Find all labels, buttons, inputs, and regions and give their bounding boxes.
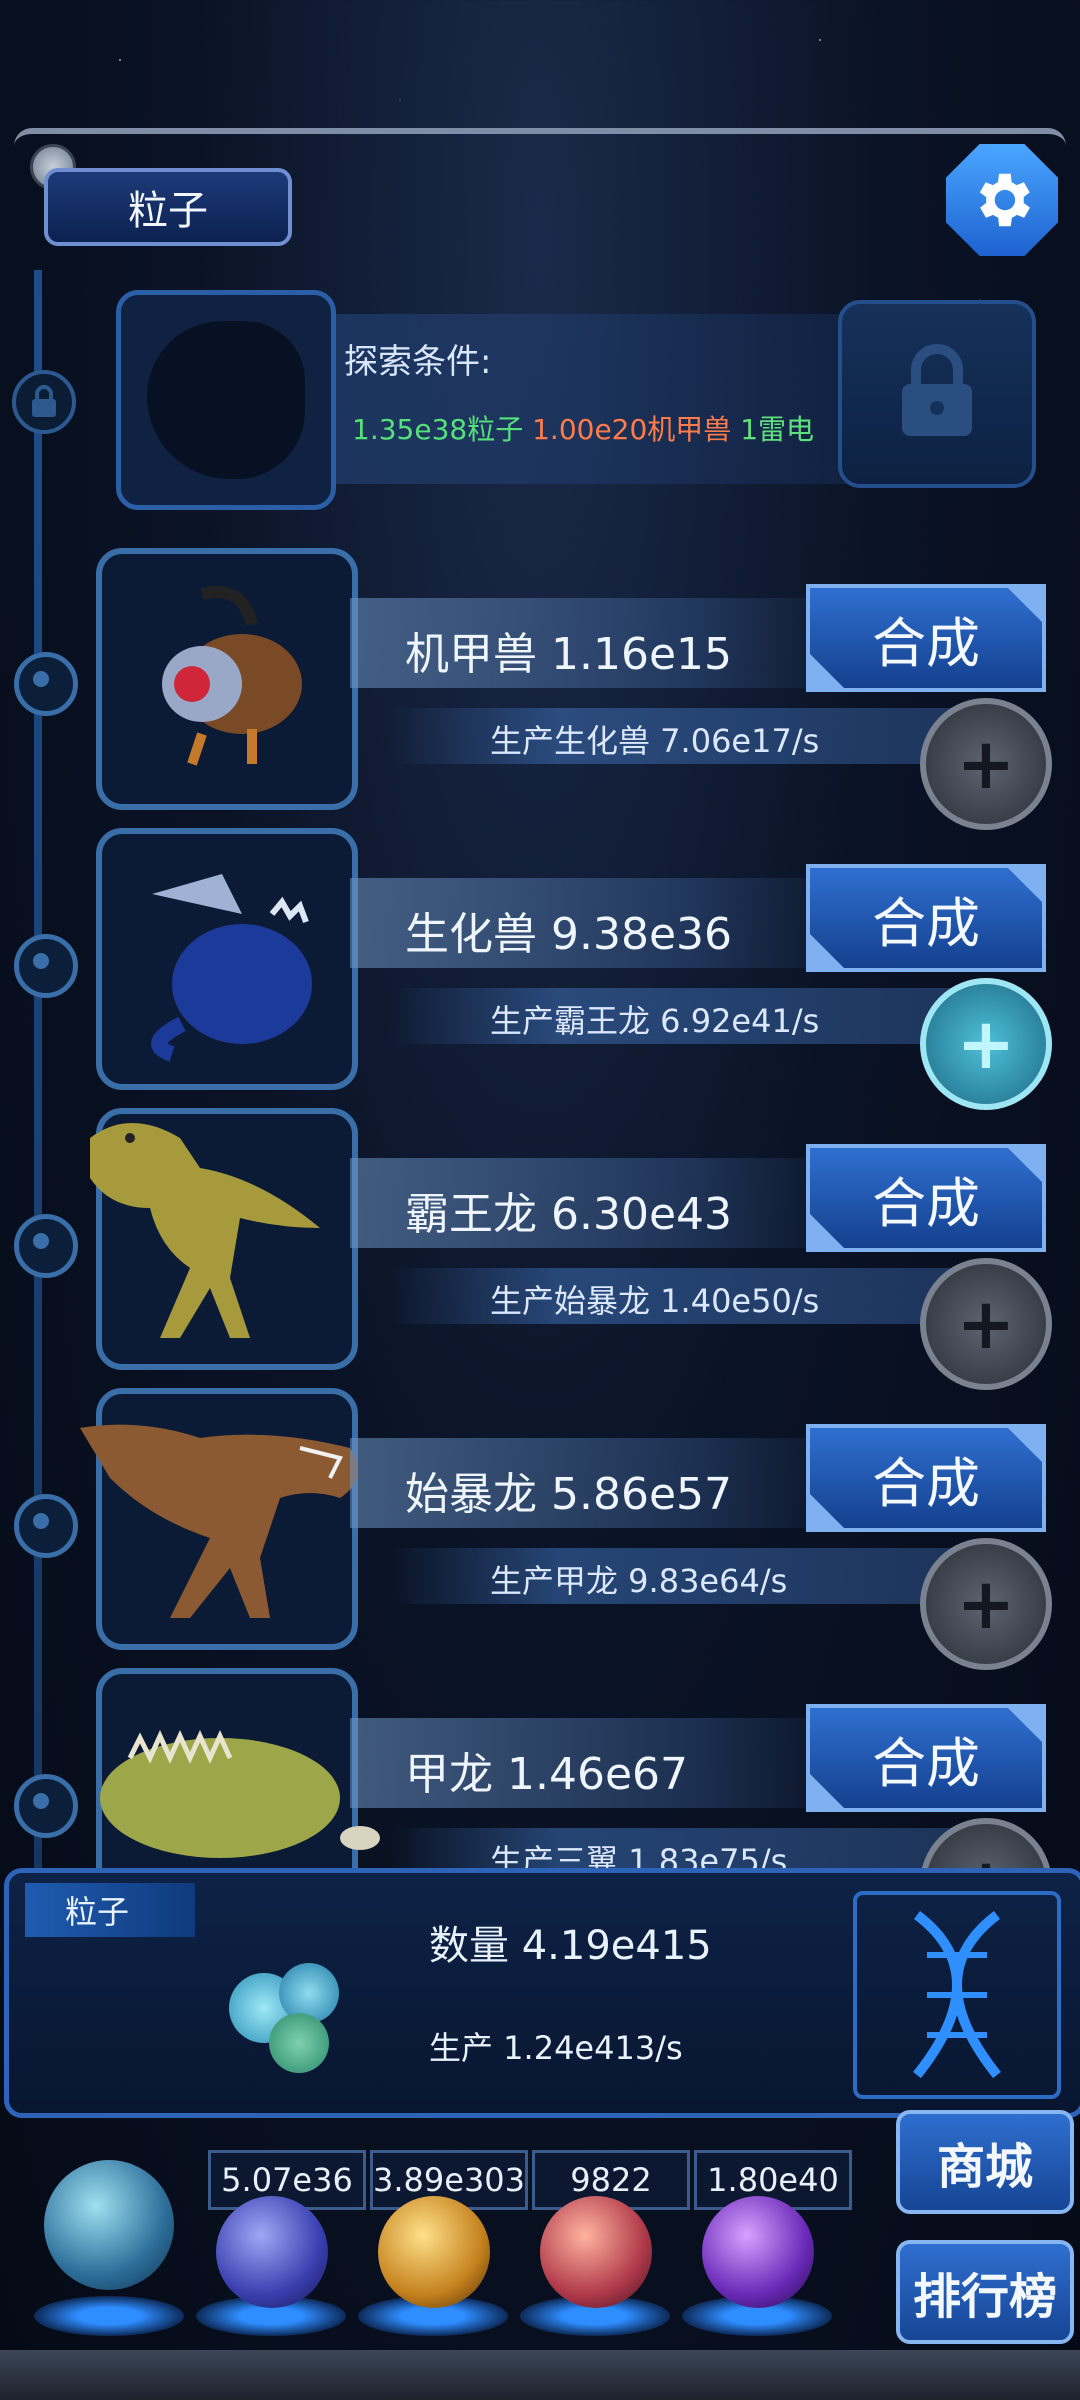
upgrade-plus-button[interactable]: +	[920, 978, 1052, 1110]
particle-atom-icon	[199, 1943, 359, 2083]
ankylosaur-image	[100, 1729, 380, 1858]
merge-button[interactable]: 合成	[806, 1144, 1046, 1252]
creature-name-count: 机甲兽 1.16e15	[405, 629, 733, 680]
merge-button[interactable]: 合成	[806, 584, 1046, 692]
explore-title: 探索条件:	[344, 342, 492, 382]
creature-name-count: 甲龙 1.46e67	[405, 1749, 689, 1800]
particle-production: 生产 1.24e413/s	[429, 2029, 683, 2067]
page-title: 粒子	[44, 168, 292, 246]
creature-portrait	[96, 828, 358, 1090]
upgrade-plus-button[interactable]: +	[920, 1258, 1052, 1390]
gear-icon	[979, 173, 1030, 227]
explore-lock-button[interactable]	[838, 300, 1036, 488]
creature-name-count: 生化兽 9.38e36	[405, 909, 733, 960]
creature-production: 生产三翼 1.83e75/s	[490, 1842, 788, 1868]
rail-lock-icon	[12, 370, 76, 434]
creature-production: 生产生化兽 7.06e17/s	[490, 722, 820, 760]
creature-silhouette	[147, 321, 305, 479]
shop-button[interactable]: 商城	[896, 2110, 1074, 2214]
trex-image	[90, 1123, 320, 1338]
left-rail	[34, 270, 42, 1890]
resource-panel: 粒子 数量 4.19e415 生产 1.24e413/s	[4, 1868, 1080, 2118]
upgrade-plus-button[interactable]: +	[920, 698, 1052, 830]
creature-row-albertosaurus: 始暴龙 5.86e57 生产甲龙 9.83e64/s 合成 +	[60, 1388, 1060, 1670]
merge-button[interactable]: 合成	[806, 864, 1046, 972]
merge-button[interactable]: 合成	[806, 1704, 1046, 1812]
dna-icon	[853, 1891, 1061, 2099]
brain-orb-button[interactable]	[540, 2196, 652, 2308]
creature-row-ankylosaur: 甲龙 1.46e67 生产三翼 1.83e75/s 合成 +	[60, 1668, 1060, 1868]
creature-name-count: 霸王龙 6.30e43	[405, 1189, 733, 1240]
merge-button[interactable]: 合成	[806, 1424, 1046, 1532]
creature-production: 生产甲龙 9.83e64/s	[490, 1562, 788, 1600]
explore-row: 探索条件: 1.35e38粒子 1.00e20机甲兽 1雷电	[116, 290, 1036, 510]
creature-row-bio: 生化兽 9.38e36 生产霸王龙 6.92e41/s 合成 +	[60, 828, 1060, 1110]
leaderboard-button[interactable]: 排行榜	[896, 2240, 1074, 2344]
explore-requirements: 1.35e38粒子 1.00e20机甲兽 1雷电	[352, 408, 814, 448]
creature-portrait	[96, 548, 358, 810]
mech-beast-image	[162, 586, 302, 766]
bio-beast-image	[151, 874, 312, 1062]
lock-icon	[902, 344, 972, 436]
plus-icon: +	[956, 1003, 1016, 1085]
thunder-orb-button[interactable]	[216, 2196, 328, 2308]
particle-count: 数量 4.19e415	[429, 1923, 712, 1969]
plus-icon: +	[956, 723, 1016, 805]
creature-row-trex: 霸王龙 6.30e43 生产始暴龙 1.40e50/s 合成 +	[60, 1108, 1060, 1390]
creature-production: 生产始暴龙 1.40e50/s	[490, 1282, 820, 1320]
requirement-particles: 1.35e38粒子	[352, 413, 524, 446]
plus-icon: +	[957, 1849, 1016, 1868]
fire-orb-button[interactable]	[378, 2196, 490, 2308]
requirement-thunder: 1雷电	[740, 413, 815, 446]
particle-orb-button[interactable]	[44, 2160, 174, 2290]
albertosaurus-image	[80, 1424, 358, 1618]
top-bar: 粒子	[14, 128, 1066, 268]
upgrade-plus-button[interactable]: +	[920, 1538, 1052, 1670]
panel-tag: 粒子	[25, 1883, 195, 1937]
plus-icon: +	[956, 1563, 1016, 1645]
creature-production: 生产霸王龙 6.92e41/s	[490, 1002, 820, 1040]
locked-creature-portrait	[116, 290, 336, 510]
requirement-mech: 1.00e20机甲兽	[532, 413, 732, 446]
plus-icon: +	[956, 1283, 1016, 1365]
vortex-orb-button[interactable]	[702, 2196, 814, 2308]
creature-name-count: 始暴龙 5.86e57	[405, 1469, 733, 1520]
bottom-frame	[0, 2350, 1080, 2400]
orb-base	[34, 2296, 184, 2336]
upgrade-plus-button[interactable]: +	[920, 1818, 1052, 1868]
creature-row-mech: 机甲兽 1.16e15 生产生化兽 7.06e17/s 合成 +	[60, 548, 1060, 830]
